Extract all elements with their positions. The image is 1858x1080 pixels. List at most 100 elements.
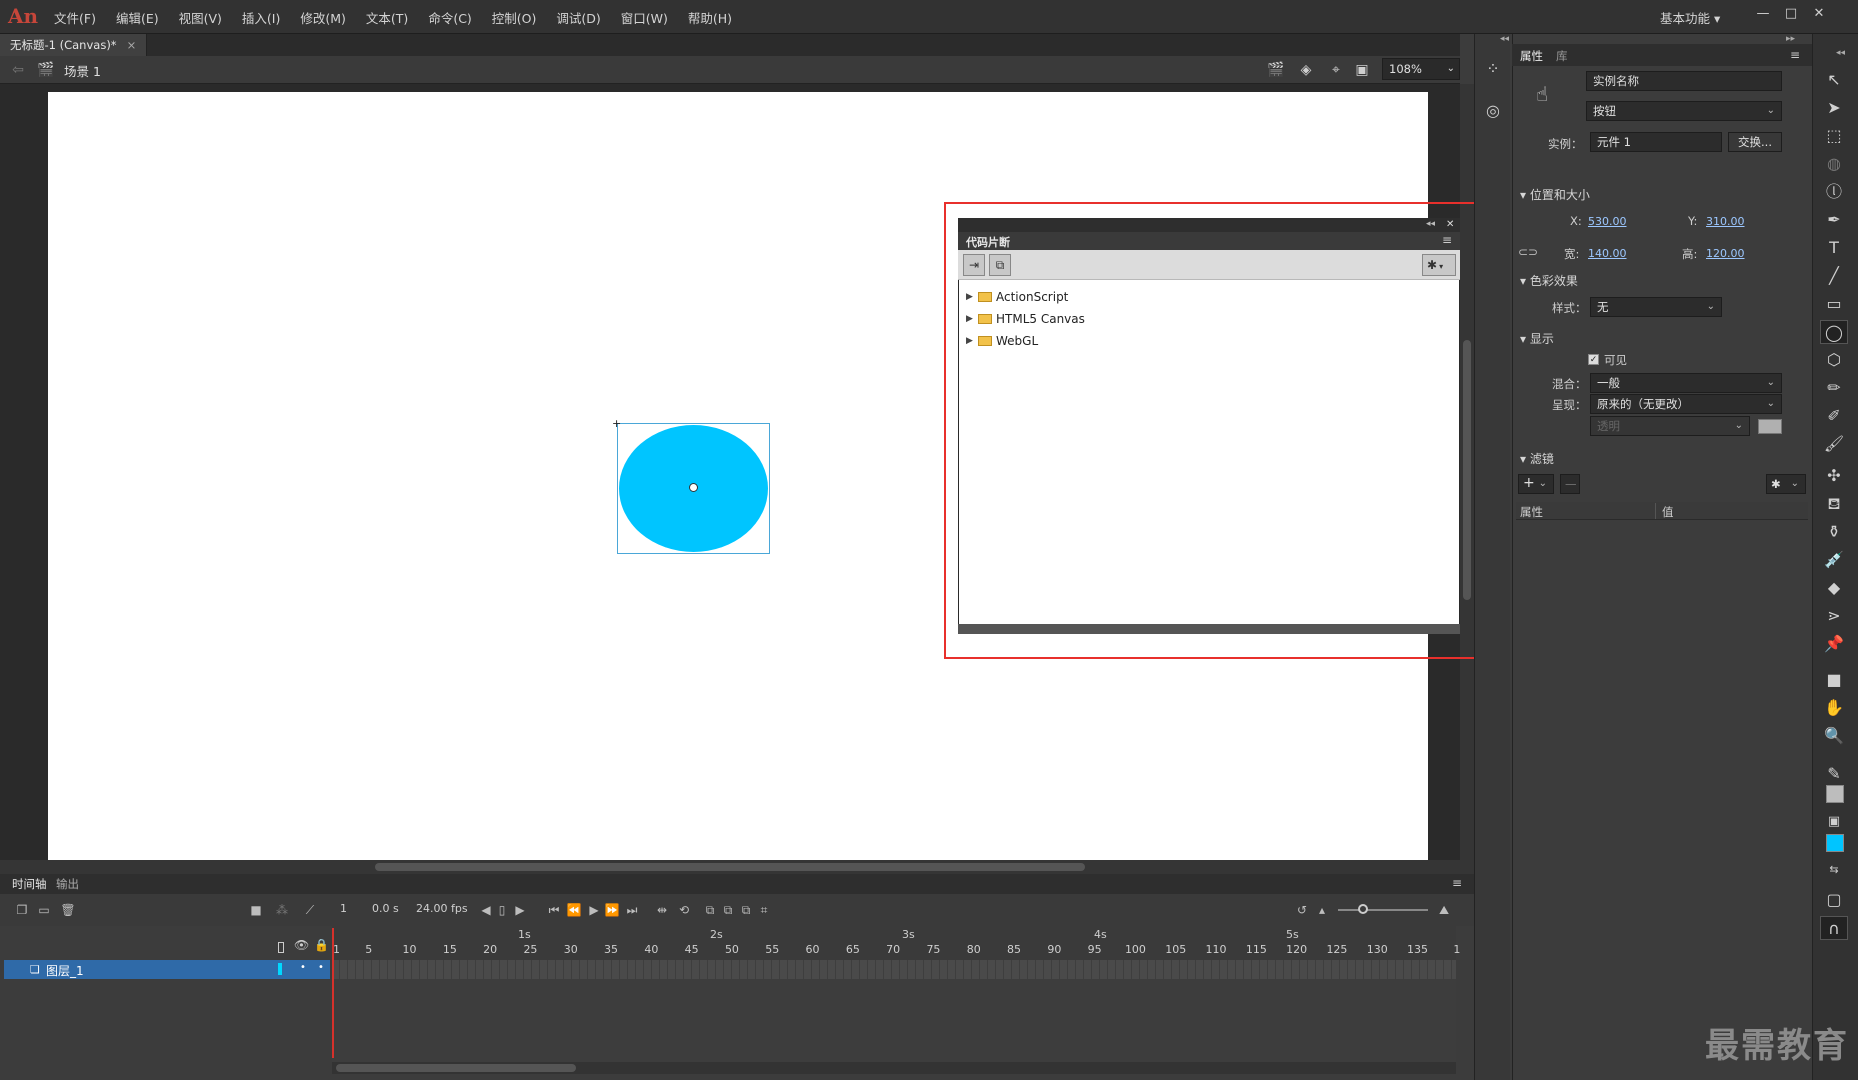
fill-color-icon[interactable]: ▣ xyxy=(1820,810,1848,834)
paint-bucket-tool-icon[interactable]: ⛾ xyxy=(1820,492,1848,516)
add-filter-button[interactable]: + ⌄ xyxy=(1518,474,1554,494)
menu-control[interactable]: 控制(O) xyxy=(482,8,547,27)
object-drawing-icon[interactable]: ▢ xyxy=(1820,888,1848,912)
x-value[interactable]: 530.00 xyxy=(1588,215,1627,228)
brush-tool-icon[interactable]: 🖌 xyxy=(1820,432,1848,456)
oval-tool-icon[interactable]: ◯ xyxy=(1820,320,1848,344)
rectangle-tool-icon[interactable]: ▭ xyxy=(1820,292,1848,316)
zoom-tool-icon[interactable]: 🔍 xyxy=(1820,724,1848,748)
collapse-icon[interactable]: ▸▸ xyxy=(1786,34,1795,44)
menu-file[interactable]: 文件(F) xyxy=(44,8,106,27)
loop-icon[interactable]: ⟲ xyxy=(676,902,692,918)
maximize-button[interactable]: □ xyxy=(1778,4,1804,24)
scrollbar-thumb[interactable] xyxy=(336,1064,576,1072)
slider-handle[interactable] xyxy=(1358,904,1368,914)
onion-outline-icon[interactable]: ⧉ xyxy=(720,902,736,918)
symbol-type-select[interactable]: 按钮 ⌄ xyxy=(1586,101,1782,121)
3d-rotation-tool-icon[interactable]: ◍ xyxy=(1820,152,1848,176)
workspace-switcher[interactable]: 基本功能 ▾ xyxy=(1660,8,1720,27)
last-frame-icon[interactable]: ⏭ xyxy=(624,902,640,918)
menu-help[interactable]: 帮助(H) xyxy=(678,8,742,27)
play-icon[interactable]: ▶ xyxy=(586,902,602,918)
free-transform-tool-icon[interactable]: ⬚ xyxy=(1820,124,1848,148)
frame-cells[interactable] xyxy=(332,960,1456,979)
lock-icon[interactable]: 🔒 xyxy=(314,938,329,952)
panel-menu-icon[interactable]: ≡ xyxy=(1790,48,1800,62)
section-color-effect[interactable]: ▾ 色彩效果 xyxy=(1520,272,1578,289)
clip-stage-icon[interactable]: ▣ xyxy=(1352,60,1372,80)
visibility-dot[interactable]: • xyxy=(300,962,306,973)
cc-libraries-icon[interactable]: ◎ xyxy=(1482,100,1504,122)
zoom-select[interactable]: 108% ⌄ xyxy=(1382,58,1460,80)
instance-of-field[interactable]: 元件 1 xyxy=(1590,132,1722,152)
bone-tool-icon[interactable]: ✣ xyxy=(1820,464,1848,488)
menu-edit[interactable]: 编辑(E) xyxy=(106,8,169,27)
new-layer-icon[interactable]: ❐ xyxy=(14,902,30,918)
pen-tool-icon[interactable]: ✒ xyxy=(1820,208,1848,232)
paint-brush-tool-icon[interactable]: ✐ xyxy=(1820,404,1848,428)
menu-commands[interactable]: 命令(C) xyxy=(418,8,481,27)
current-frame[interactable]: 1 xyxy=(340,902,347,915)
remove-filter-button[interactable]: — xyxy=(1560,474,1580,494)
zoom-out-frames-icon[interactable]: ▴ xyxy=(1314,902,1330,918)
color-style-select[interactable]: 无 ⌄ xyxy=(1590,297,1722,317)
layer-name[interactable]: 图层_1 xyxy=(46,962,84,979)
menu-debug[interactable]: 调试(D) xyxy=(546,8,610,27)
menu-modify[interactable]: 修改(M) xyxy=(290,8,356,27)
ink-bottle-tool-icon[interactable]: ⚱ xyxy=(1820,520,1848,544)
menu-text[interactable]: 文本(T) xyxy=(356,8,418,27)
subselection-tool-icon[interactable]: ➤ xyxy=(1820,96,1848,120)
swap-button[interactable]: 交换... xyxy=(1728,132,1782,152)
selection-tool-icon[interactable]: ↖ xyxy=(1820,68,1848,92)
new-folder-icon[interactable]: ▭ xyxy=(36,902,52,918)
panel-menu-icon[interactable]: ≡ xyxy=(1452,876,1462,890)
camera-tool-icon[interactable]: ■ xyxy=(1820,668,1848,692)
hand-tool-icon[interactable]: ✋ xyxy=(1820,696,1848,720)
instance-name-input[interactable]: 实例名称 xyxy=(1586,71,1782,91)
step-back-icon[interactable]: ◀ xyxy=(478,902,494,918)
back-arrow-icon[interactable]: ⇦ xyxy=(8,60,28,80)
column-divider[interactable] xyxy=(1655,503,1656,519)
tab-properties[interactable]: 属性 xyxy=(1520,48,1543,64)
line-tool-icon[interactable]: ╱ xyxy=(1820,264,1848,288)
y-value[interactable]: 310.00 xyxy=(1706,215,1745,228)
blend-select[interactable]: 一般 ⌄ xyxy=(1590,373,1782,393)
first-frame-icon[interactable]: ⏮ xyxy=(546,902,562,918)
stroke-color-swatch[interactable] xyxy=(1826,785,1844,803)
menu-view[interactable]: 视图(V) xyxy=(169,8,232,27)
section-position-size[interactable]: ▾ 位置和大小 xyxy=(1520,186,1590,203)
scrollbar-thumb[interactable] xyxy=(375,863,1085,871)
current-time[interactable]: 0.0 s xyxy=(372,902,399,915)
render-select[interactable]: 原来的（无更改） ⌄ xyxy=(1590,394,1782,414)
tab-output[interactable]: 输出 xyxy=(56,876,79,892)
text-tool-icon[interactable]: T xyxy=(1820,236,1848,260)
eye-icon[interactable]: 👁 xyxy=(294,938,309,952)
loop-range-icon[interactable]: ▯ xyxy=(494,902,510,918)
close-window-button[interactable]: ✕ xyxy=(1806,4,1832,24)
center-stage-icon[interactable]: ⌖ xyxy=(1326,60,1346,80)
section-display[interactable]: ▾ 显示 xyxy=(1520,330,1554,347)
tab-timeline[interactable]: 时间轴 xyxy=(12,876,47,892)
onion-markers-icon[interactable]: ⌗ xyxy=(756,902,772,918)
snap-to-objects-icon[interactable]: ∩ xyxy=(1820,916,1848,940)
fill-color-swatch[interactable] xyxy=(1826,834,1844,852)
height-value[interactable]: 120.00 xyxy=(1706,247,1745,260)
playhead[interactable] xyxy=(332,928,338,1058)
close-icon[interactable]: × xyxy=(127,38,137,52)
menu-window[interactable]: 窗口(W) xyxy=(611,8,678,27)
width-tool-icon[interactable]: ⋗ xyxy=(1820,604,1848,628)
step-forward-icon[interactable]: ▶ xyxy=(512,902,528,918)
section-filters[interactable]: ▾ 滤镜 xyxy=(1520,450,1554,467)
graph-icon[interactable]: ⟋ xyxy=(302,902,318,918)
polystar-tool-icon[interactable]: ⬡ xyxy=(1820,348,1848,372)
stroke-color-icon[interactable]: ✎ xyxy=(1820,762,1848,786)
zoom-in-frames-icon[interactable]: ⛰ xyxy=(1436,902,1452,918)
width-value[interactable]: 140.00 xyxy=(1588,247,1627,260)
layer-color-swatch[interactable] xyxy=(278,963,282,975)
eyedropper-tool-icon[interactable]: 💉 xyxy=(1820,548,1848,572)
edit-symbol-icon[interactable]: ◈ xyxy=(1296,60,1316,80)
camera-icon[interactable]: ■ xyxy=(248,902,264,918)
lock-dot[interactable]: • xyxy=(318,962,324,973)
trash-icon[interactable]: 🗑 xyxy=(60,902,76,918)
edit-multiple-icon[interactable]: ⧉ xyxy=(738,902,754,918)
